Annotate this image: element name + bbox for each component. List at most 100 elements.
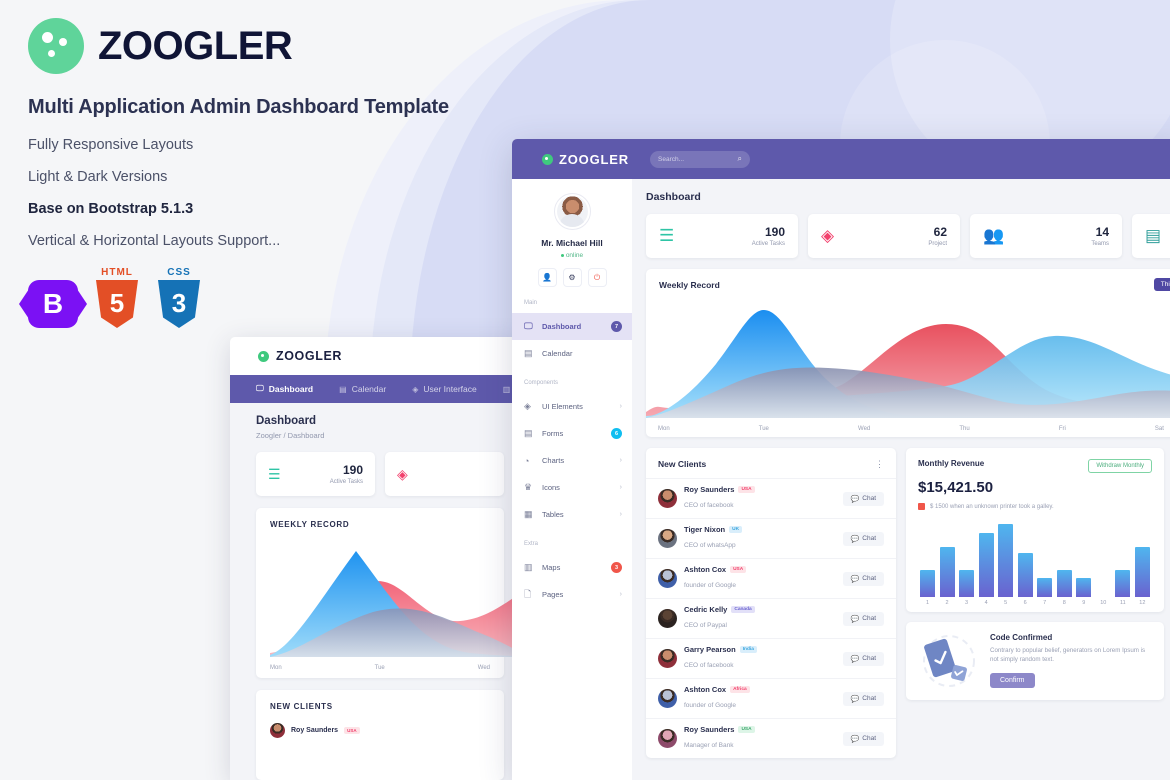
client-name: Roy Saunders USA [684, 485, 836, 494]
profile-block: Mr. Michael Hill online 👤 ⚙ ⏻ [512, 193, 632, 287]
stat-card-row: ☰ 190 Active Tasks ◈ 62 Project 👥 14 Tea… [646, 214, 1170, 258]
sidebar-section-components: Components [524, 380, 559, 386]
status-badge: USA [730, 566, 747, 573]
revenue-amount: $15,421.50 [918, 479, 994, 496]
chat-button[interactable]: 💬 Chat [842, 651, 884, 666]
list-item[interactable]: Roy Saunders USA CEO of facebook 💬 Chat [646, 478, 896, 518]
status-badge: Canada [731, 606, 755, 613]
list-item[interactable]: Roy Saunders USA Manager of Bank 💬 Chat [646, 718, 896, 758]
chat-button[interactable]: 💬 Chat [842, 531, 884, 546]
chat-button[interactable]: 💬 Chat [842, 731, 884, 746]
more-options-icon[interactable]: ⋮ [875, 460, 884, 469]
sidebar-item-icons[interactable]: ♛ Icons › [512, 474, 632, 501]
mid-navbar[interactable]: 🖵 Dashboard ▤ Calendar ◈ User Interface … [230, 375, 530, 403]
sidebar-item-calendar[interactable]: ▤ Calendar [512, 340, 632, 367]
sidebar-item-ui-elements[interactable]: ◈ UI Elements › [512, 393, 632, 420]
chevron-right-icon: › [619, 403, 622, 410]
list-item[interactable]: Garry Pearson India CEO of facebook 💬 Chat [646, 638, 896, 678]
bar [959, 570, 975, 597]
status-badge: 3 [611, 562, 622, 573]
stat-card-project[interactable]: ◈ [385, 452, 504, 496]
list-item: Light & Dark Versions [28, 169, 168, 185]
stat-value: 190 [764, 225, 785, 239]
nav-tab-calendar[interactable]: ▤ Calendar [339, 384, 386, 394]
chat-bubble-icon: 💬 [850, 735, 860, 743]
app-logo[interactable]: ZOOGLER [542, 152, 632, 167]
list-item: Fully Responsive Layouts [28, 137, 194, 153]
power-icon[interactable]: ⏻ [587, 268, 607, 287]
stat-card-active-tasks[interactable]: ☰ 190 Active Tasks [256, 452, 375, 496]
stat-card-teams[interactable]: 👥 14 Teams [970, 214, 1122, 258]
list-item[interactable]: Roy Saunders USA [270, 723, 490, 738]
avatar [658, 609, 677, 628]
sidebar-item-dashboard[interactable]: 🖵 Dashboard 7 [512, 313, 632, 340]
nav-tab-dashboard[interactable]: 🖵 Dashboard [256, 384, 313, 394]
gear-icon[interactable]: ⚙ [562, 268, 582, 287]
bar [1076, 578, 1092, 597]
avatar [658, 729, 677, 748]
search-box[interactable]: ⌕ [650, 150, 750, 168]
chevron-right-icon: › [619, 457, 622, 464]
status-badge: UK [729, 526, 743, 533]
brand-logo: ZOOGLER [28, 18, 488, 74]
sidebar-item-tables[interactable]: ▦ Tables › [512, 501, 632, 528]
sidebar-item-maps[interactable]: ▥ Maps 3 [512, 554, 632, 581]
nav-tab-user-interface[interactable]: ◈ User Interface [412, 384, 477, 394]
stat-card-active-tasks[interactable]: ☰ 190 Active Tasks [646, 214, 798, 258]
chat-button[interactable]: 💬 Chat [842, 571, 884, 586]
stat-label: Active Tasks [329, 479, 363, 485]
avatar[interactable] [553, 193, 591, 230]
list-item[interactable]: Ashton Cox USA founder of Google 💬 Chat [646, 558, 896, 598]
avatar [658, 489, 677, 508]
this-week-button[interactable]: This W [1153, 278, 1170, 291]
map-icon: ▥ [524, 562, 533, 572]
chat-button[interactable]: 💬 Chat [842, 491, 884, 506]
client-role: founder of Google [684, 702, 737, 709]
stat-card-project[interactable]: ◈ 62 Project [808, 214, 960, 258]
database-icon: ▤ [1145, 226, 1162, 245]
pages-icon: 🗋 [524, 588, 532, 599]
horizontal-layout-preview: ZOOGLER 🖵 Dashboard ▤ Calendar ◈ User In… [230, 337, 530, 780]
right-column: Monthly Revenue Withdraw Monthly $15,421… [906, 448, 1164, 758]
sidebar-item-forms[interactable]: ▤ Forms 6 [512, 420, 632, 447]
main-dashboard-preview: ZOOGLER ⌕ Mr. Michael Hill online 👤 ⚙ ⏻ [512, 139, 1170, 780]
promo-headline: Multi Application Admin Dashboard Templa… [28, 96, 449, 118]
sidebar-item-label: Charts [542, 456, 565, 465]
chat-button[interactable]: 💬 Chat [842, 691, 884, 706]
status-badge: USA [738, 726, 755, 733]
sidebar-item-label: Pages [542, 590, 564, 599]
stat-card-database[interactable]: ▤ [1132, 214, 1170, 258]
zoogler-mark-icon [258, 350, 269, 362]
chat-button[interactable]: 💬 Chat [842, 611, 884, 626]
sidebar-item-label: Dashboard [542, 322, 582, 331]
confirm-button[interactable]: Confirm [990, 672, 1035, 688]
list-item[interactable]: Cedric Kelly Canada CEO of Paypal 💬 Chat [646, 598, 896, 638]
axis-tick-label: 9 [1082, 600, 1086, 606]
sidebar-item-charts[interactable]: ◔ Charts › [512, 447, 632, 474]
weekly-record-chart-mini [270, 551, 518, 657]
bar [1017, 553, 1033, 597]
brand-name: ZOOGLER [98, 23, 293, 68]
chat-bubble-icon: 💬 [850, 615, 860, 623]
list-item: Vertical & Horizontal Layouts Support... [28, 233, 281, 249]
status-badge: 7 [611, 321, 622, 332]
search-icon[interactable]: ⌕ [738, 154, 742, 164]
chat-bubble-icon: 💬 [850, 655, 860, 663]
axis-tick-label: 7 [1043, 600, 1047, 606]
card-title: New Clients [658, 459, 707, 469]
chat-bubble-icon: 💬 [850, 575, 860, 583]
search-input[interactable] [658, 155, 728, 163]
stat-value: 190 [342, 463, 363, 477]
bar-column [920, 519, 935, 597]
list-item[interactable]: Tiger Nixon UK CEO of whatsApp 💬 Chat [646, 518, 896, 558]
sidebar-item-pages[interactable]: 🗋 Pages › [512, 581, 632, 608]
withdraw-monthly-button[interactable]: Withdraw Monthly [1088, 459, 1152, 473]
mid-logo[interactable]: ZOOGLER [258, 349, 342, 363]
list-item[interactable]: Ashton Cox Africa founder of Google 💬 Chat [646, 678, 896, 718]
bar-column [959, 519, 975, 597]
axis-tick-label: 12 [1139, 600, 1146, 606]
user-icon[interactable]: 👤 [537, 268, 557, 287]
client-role: Manager of Bank [684, 742, 734, 749]
code-confirm-illustration-icon [918, 633, 980, 689]
axis-tick-label: 2 [945, 600, 949, 606]
